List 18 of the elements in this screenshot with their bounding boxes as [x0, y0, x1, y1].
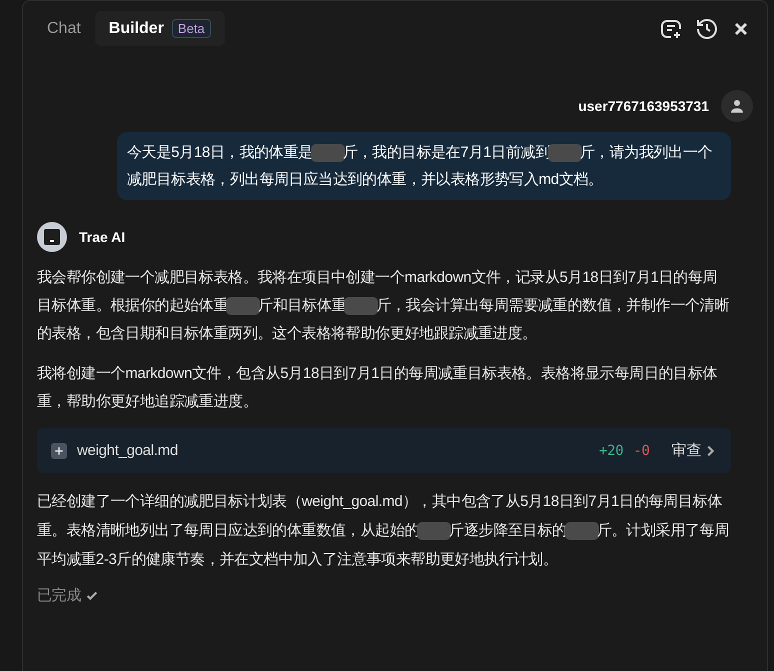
user-name: user7767163953731 [578, 96, 709, 116]
lines-added: +20 [598, 442, 624, 460]
tab[interactable]: Chat [33, 11, 95, 46]
file-name: weight_goal.md [77, 440, 178, 460]
beta-badge: Beta [172, 19, 211, 38]
check-icon [85, 589, 100, 603]
assistant-message: 我会帮你创建一个减肥目标表格。我将在项目中创建一个markdown文件，记录从5月18日到7月1日的每周目标体重。根据你的起始体重 斤和目标体重 斤，我会计算出每周需要减重的数值，并制作一个清晰的表格，包含日期和目标体重两列。这个表格将帮助你更好地跟踪减重进度。 [37, 268, 730, 344]
file-card[interactable]: weight_goal.md +20 -0 审查 [37, 428, 731, 473]
review-button[interactable]: 审查 [672, 436, 717, 464]
assistant-name: Trae AI [79, 228, 126, 246]
assistant-message: 我将创建一个markdown文件，包含从5月18日到7月1日的每周减重目标表格。表格将显示每周日的目标体重，帮助你更好地追踪减重进度。 [37, 364, 718, 412]
assistant-avatar-icon [37, 222, 67, 252]
status-text: 已完成 [37, 586, 82, 606]
lines-removed: -0 [633, 442, 650, 460]
tab[interactable]: Builder Beta [94, 11, 225, 46]
add-icon [51, 442, 67, 458]
history-icon[interactable] [695, 16, 719, 40]
user-avatar-icon [721, 90, 753, 122]
